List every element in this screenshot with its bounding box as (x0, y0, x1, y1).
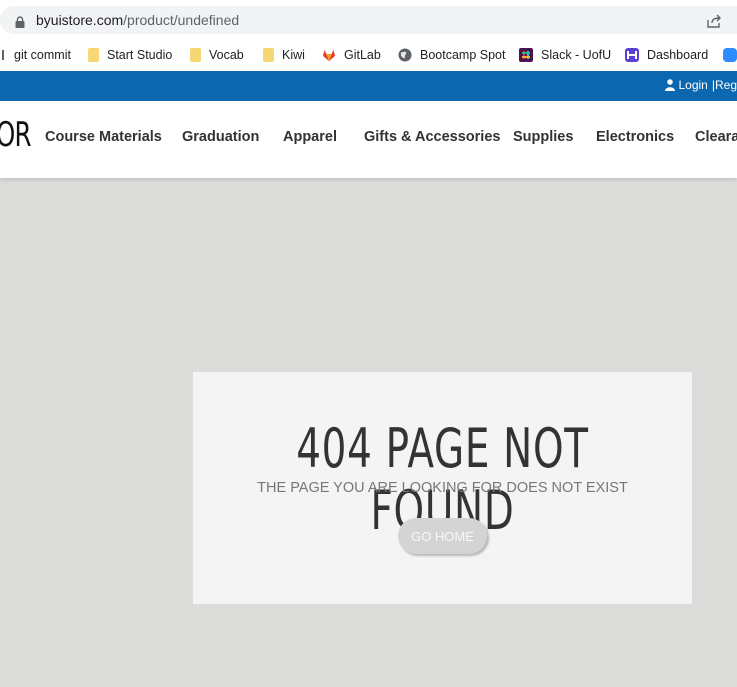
bookmark-label: Dashboard (647, 48, 709, 62)
error-subtitle: THE PAGE YOU ARE LOOKING FOR DOES NOT EX… (257, 480, 628, 496)
nav-gifts-accessories[interactable]: Gifts & Accessories (364, 129, 500, 145)
bookmark-label: Start Studio (107, 48, 173, 62)
bookmark-label: GitLab (344, 48, 381, 62)
store-navigation: OR Course Materials Graduation Apparel G… (0, 101, 737, 178)
register-link[interactable]: |Reg (712, 78, 737, 92)
bookmark-label: Vocab (209, 48, 244, 62)
slack-icon (519, 48, 533, 62)
url-host: byuistore.com (36, 12, 124, 28)
bookmark-kiwi[interactable]: Kiwi (263, 44, 305, 66)
nav-clearance[interactable]: Cleara (695, 129, 737, 145)
bookmark-dashboard[interactable]: Dashboard (625, 44, 708, 66)
url-text[interactable]: byuistore.com/product/undefined (36, 10, 239, 30)
login-link[interactable]: Login (678, 78, 707, 92)
bookmark-bootcamp-spot[interactable]: Bootcamp Spot (398, 44, 505, 66)
bookmark-partial-icon (2, 50, 8, 60)
account-links: Login |Reg (665, 78, 737, 92)
bookmark-git-commit[interactable]: git commit (2, 44, 71, 66)
user-icon[interactable] (665, 79, 676, 91)
browser-toolbar: byuistore.com/product/undefined (0, 0, 737, 40)
bookmark-slack[interactable]: Slack - UofU (519, 44, 611, 66)
nav-electronics[interactable]: Electronics (596, 129, 674, 145)
folder-icon (263, 48, 274, 62)
nav-graduation[interactable]: Graduation (182, 129, 259, 145)
bookmarks-bar: git commit Start Studio Vocab Kiwi GitLa… (0, 40, 737, 72)
share-icon[interactable] (706, 14, 722, 28)
nav-supplies[interactable]: Supplies (513, 129, 573, 145)
nav-course-materials[interactable]: Course Materials (45, 129, 162, 145)
folder-icon (88, 48, 99, 62)
url-path: /product/undefined (123, 12, 240, 28)
bookmark-zoom[interactable] (723, 44, 737, 66)
lock-icon[interactable] (14, 16, 26, 28)
nav-apparel[interactable]: Apparel (283, 129, 337, 145)
bookmark-label: git commit (14, 48, 71, 62)
bookmark-vocab[interactable]: Vocab (190, 44, 244, 66)
globe-icon (398, 48, 412, 62)
address-bar[interactable]: byuistore.com/product/undefined (0, 6, 737, 34)
store-logo[interactable]: OR (0, 115, 32, 155)
bookmark-gitlab[interactable]: GitLab (322, 44, 381, 66)
go-home-button[interactable]: GO HOME (398, 518, 487, 554)
bookmark-label: Slack - UofU (541, 48, 612, 62)
bookmark-label: Kiwi (282, 48, 305, 62)
bookmark-start-studio[interactable]: Start Studio (88, 44, 172, 66)
zoom-icon (723, 48, 737, 62)
folder-icon (190, 48, 201, 62)
dashboard-icon (625, 48, 639, 62)
gitlab-icon (322, 49, 336, 62)
bookmark-label: Bootcamp Spot (420, 48, 506, 62)
store-top-bar: Login |Reg (0, 71, 737, 101)
error-card: 404 PAGE NOT FOUND THE PAGE YOU ARE LOOK… (193, 372, 692, 604)
